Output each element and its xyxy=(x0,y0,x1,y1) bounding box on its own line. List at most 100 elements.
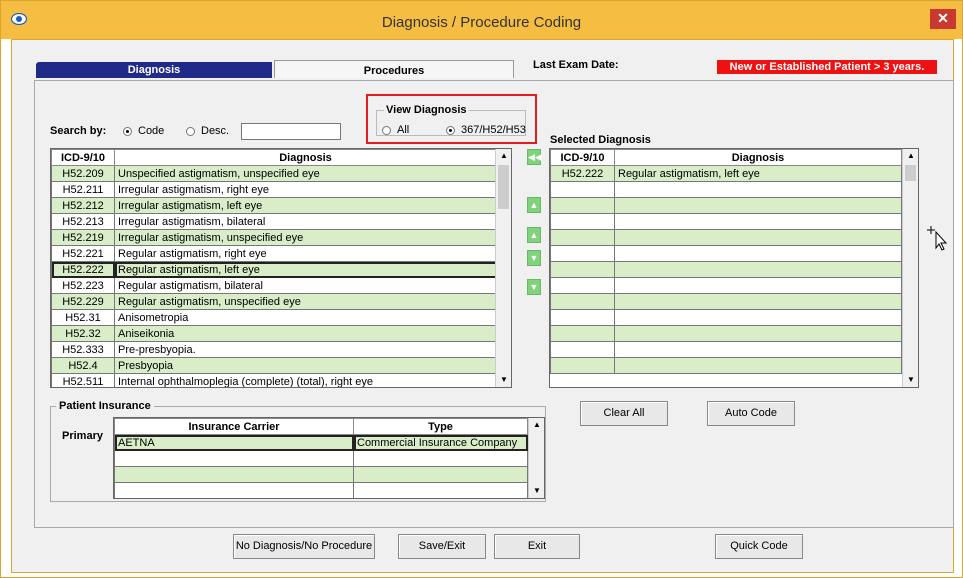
table-row[interactable]: H52.223 Regular astigmatism, bilateral xyxy=(51,277,497,294)
table-cell-text: Irregular astigmatism, bilateral xyxy=(114,213,497,230)
tab-diagnosis[interactable]: Diagnosis xyxy=(36,62,272,78)
table-row[interactable] xyxy=(114,450,528,467)
column-header-diagnosis[interactable]: Diagnosis xyxy=(614,149,902,166)
table-cell-text: Irregular astigmatism, right eye xyxy=(114,181,497,198)
diagnosis-list-scrollbar[interactable]: ▲ ▼ xyxy=(495,149,511,387)
insurance-scrollbar[interactable]: ▲ ▼ xyxy=(528,418,544,498)
close-button[interactable]: ✕ xyxy=(930,9,956,29)
table-row[interactable] xyxy=(550,341,902,358)
table-cell-code: H52.212 xyxy=(51,197,115,214)
table-row[interactable] xyxy=(550,309,902,326)
move-cursor-icon xyxy=(927,226,947,251)
view-all-label: All xyxy=(397,124,410,136)
table-row[interactable]: AETNA Commercial Insurance Company xyxy=(114,434,528,451)
table-row[interactable] xyxy=(114,466,528,483)
table-cell-code: H52.333 xyxy=(51,341,115,358)
move-top-icon[interactable]: ▲ xyxy=(527,197,541,213)
table-row[interactable] xyxy=(550,229,902,246)
column-header-type[interactable]: Type xyxy=(353,418,528,435)
table-row[interactable]: H52.31 Anisometropia xyxy=(51,309,497,326)
table-cell-code: H52.222 xyxy=(51,261,115,278)
exit-button[interactable]: Exit xyxy=(494,534,580,559)
table-row[interactable]: H52.511 Internal ophthalmoplegia (complet… xyxy=(51,373,497,387)
table-cell-text: Irregular astigmatism, unspecified eye xyxy=(114,229,497,246)
table-row[interactable]: H52.212 Irregular astigmatism, left eye xyxy=(51,197,497,214)
save-exit-button[interactable]: Save/Exit xyxy=(398,534,486,559)
search-code-radio[interactable] xyxy=(123,127,132,136)
table-cell-code xyxy=(550,341,615,358)
move-bottom-icon[interactable]: ▼ xyxy=(527,279,541,295)
table-cell-text: Regular astigmatism, left eye xyxy=(114,261,497,278)
table-row[interactable]: H52.4 Presbyopia xyxy=(51,357,497,374)
search-desc-label: Desc. xyxy=(201,125,230,137)
table-cell-text xyxy=(614,181,902,198)
table-cell-text: Commercial Insurance Company xyxy=(353,434,528,451)
column-header-carrier[interactable]: Insurance Carrier xyxy=(114,418,354,435)
table-cell-code xyxy=(550,181,615,198)
scroll-up-icon[interactable]: ▲ xyxy=(904,149,918,163)
patient-status-badge: New or Established Patient > 3 years. xyxy=(717,60,937,74)
move-down-icon[interactable]: ▼ xyxy=(527,250,541,266)
scroll-thumb[interactable] xyxy=(498,165,509,209)
window-title: Diagnosis / Procedure Coding xyxy=(381,14,582,31)
table-cell-code xyxy=(550,245,615,262)
table-cell-code: H52.229 xyxy=(51,293,115,310)
table-cell-code: H52.222 xyxy=(550,165,615,182)
table-row[interactable]: H52.211 Irregular astigmatism, right eye xyxy=(51,181,497,198)
table-cell-text xyxy=(614,309,902,326)
table-cell-text xyxy=(353,450,528,467)
table-cell-code: H52.32 xyxy=(51,325,115,342)
scroll-down-icon[interactable]: ▼ xyxy=(530,484,544,498)
search-input[interactable] xyxy=(241,123,341,140)
column-header-diagnosis[interactable]: Diagnosis xyxy=(114,149,497,166)
table-cell-code xyxy=(550,309,615,326)
table-row[interactable]: H52.222 Regular astigmatism, left eye xyxy=(550,165,902,182)
table-cell-text: Regular astigmatism, right eye xyxy=(114,245,497,262)
scroll-down-icon[interactable]: ▼ xyxy=(904,373,918,387)
move-up-icon[interactable]: ▲ xyxy=(527,227,541,243)
diagnosis-procedure-window: Diagnosis / Procedure Coding ✕ Diagnosis… xyxy=(0,0,963,578)
search-desc-radio[interactable] xyxy=(186,127,195,136)
table-row[interactable]: H52.333 Pre-presbyopia. xyxy=(51,341,497,358)
table-row[interactable]: H52.209 Unspecified astigmatism, unspecif… xyxy=(51,165,497,182)
tab-procedures[interactable]: Procedures xyxy=(274,60,514,78)
table-cell-code: H52.4 xyxy=(51,357,115,374)
table-row[interactable] xyxy=(550,277,902,294)
table-row[interactable] xyxy=(550,261,902,278)
view-filter-radio[interactable] xyxy=(446,126,455,135)
selected-diagnosis-scrollbar[interactable]: ▲ ▼ xyxy=(902,149,918,387)
table-row[interactable]: H52.221 Regular astigmatism, right eye xyxy=(51,245,497,262)
table-row[interactable]: H52.229 Regular astigmatism, unspecified … xyxy=(51,293,497,310)
table-row[interactable] xyxy=(550,293,902,310)
table-cell-code xyxy=(114,450,354,467)
table-row[interactable] xyxy=(550,197,902,214)
table-row[interactable] xyxy=(114,482,528,498)
move-all-left-icon[interactable]: ◀◀ xyxy=(527,149,542,165)
table-row[interactable]: H52.213 Irregular astigmatism, bilateral xyxy=(51,213,497,230)
search-by-label: Search by: xyxy=(50,125,107,137)
table-row[interactable] xyxy=(550,357,902,374)
column-header-code[interactable]: ICD-9/10 xyxy=(550,149,615,166)
table-row[interactable]: H52.222 Regular astigmatism, left eye xyxy=(51,261,497,278)
clear-all-button[interactable]: Clear All xyxy=(580,401,668,426)
scroll-up-icon[interactable]: ▲ xyxy=(530,418,544,432)
table-row[interactable] xyxy=(550,181,902,198)
table-cell-code: AETNA xyxy=(114,434,354,451)
table-cell-text: Pre-presbyopia. xyxy=(114,341,497,358)
table-cell-text xyxy=(614,229,902,246)
table-row[interactable] xyxy=(550,245,902,262)
no-diagnosis-button[interactable]: No Diagnosis/No Procedure xyxy=(233,534,375,559)
scroll-thumb[interactable] xyxy=(905,165,916,181)
auto-code-button[interactable]: Auto Code xyxy=(707,401,795,426)
view-all-radio[interactable] xyxy=(382,126,391,135)
quick-code-button[interactable]: Quick Code xyxy=(715,534,803,559)
scroll-down-icon[interactable]: ▼ xyxy=(497,373,511,387)
table-row[interactable]: H52.32 Aniseikonia xyxy=(51,325,497,342)
column-header-code[interactable]: ICD-9/10 xyxy=(51,149,115,166)
table-row[interactable]: H52.219 Irregular astigmatism, unspecifie… xyxy=(51,229,497,246)
table-row[interactable] xyxy=(550,325,902,342)
table-row[interactable] xyxy=(550,213,902,230)
table-cell-code xyxy=(550,229,615,246)
scroll-up-icon[interactable]: ▲ xyxy=(497,149,511,163)
table-cell-text xyxy=(614,293,902,310)
